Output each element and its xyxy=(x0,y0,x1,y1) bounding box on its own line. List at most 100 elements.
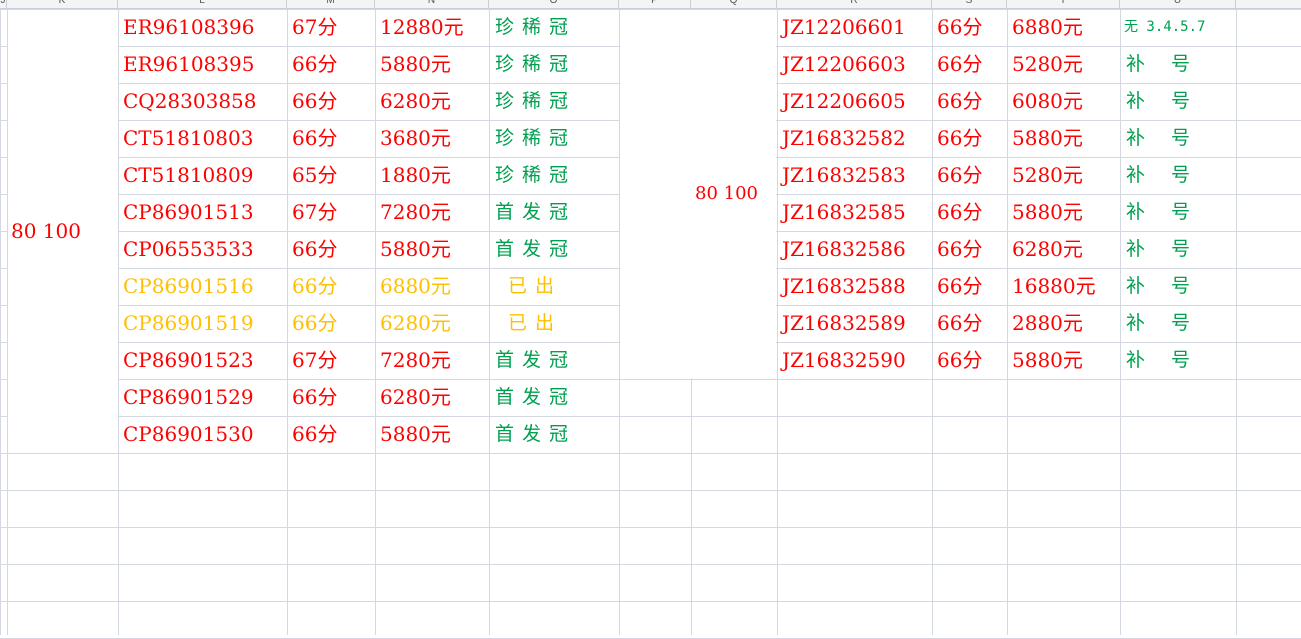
right-code-cell[interactable]: JZ12206605 xyxy=(778,83,932,119)
column-header-j[interactable]: J xyxy=(0,0,7,8)
right-price-cell[interactable]: 5880元 xyxy=(1008,194,1120,230)
right-status-cell[interactable]: 补号 xyxy=(1121,305,1236,341)
left-price-cell[interactable]: 6880元 xyxy=(376,268,489,304)
left-code-cell[interactable]: CP86901513 xyxy=(119,194,287,230)
right-status-cell[interactable]: 补号 xyxy=(1121,268,1236,304)
left-score-cell[interactable]: 65分 xyxy=(288,157,375,193)
left-status-cell[interactable]: 珍稀冠 xyxy=(490,83,619,119)
right-code-cell[interactable]: JZ16832586 xyxy=(778,231,932,267)
left-status-cell[interactable]: 已出 xyxy=(490,305,619,341)
left-status-cell[interactable]: 首发冠 xyxy=(490,416,619,452)
column-header-n[interactable]: N xyxy=(375,0,489,8)
left-code-cell[interactable]: ER96108395 xyxy=(119,46,287,82)
right-code-cell[interactable]: JZ16832583 xyxy=(778,157,932,193)
right-score-cell[interactable]: 66分 xyxy=(933,268,1007,304)
left-price-cell[interactable]: 3680元 xyxy=(376,120,489,156)
left-status-cell[interactable]: 首发冠 xyxy=(490,342,619,378)
column-header-r[interactable]: R xyxy=(777,0,932,8)
right-status-cell[interactable]: 补号 xyxy=(1121,194,1236,230)
left-code-cell[interactable]: CP06553533 xyxy=(119,231,287,267)
right-status-cell[interactable]: 补号 xyxy=(1121,231,1236,267)
right-merged-label[interactable]: 80 100 xyxy=(695,183,758,204)
left-code-cell[interactable]: ER96108396 xyxy=(119,9,287,45)
right-code-cell[interactable]: JZ16832589 xyxy=(778,305,932,341)
right-score-cell[interactable]: 66分 xyxy=(933,342,1007,378)
right-price-cell[interactable]: 5280元 xyxy=(1008,157,1120,193)
right-status-cell[interactable]: 补号 xyxy=(1121,157,1236,193)
left-price-cell[interactable]: 5880元 xyxy=(376,231,489,267)
right-score-cell[interactable]: 66分 xyxy=(933,305,1007,341)
left-status-cell[interactable]: 首发冠 xyxy=(490,379,619,415)
spreadsheet-grid[interactable]: ER96108396 67分 12880元 珍稀冠 ER96108395 66分 5880元… xyxy=(0,9,1301,639)
left-score-cell[interactable]: 66分 xyxy=(288,120,375,156)
column-header-k[interactable]: K xyxy=(7,0,118,8)
right-code-cell[interactable]: JZ16832582 xyxy=(778,120,932,156)
right-code-cell[interactable]: JZ16832585 xyxy=(778,194,932,230)
right-status-cell[interactable]: 无 3.4.5.7 xyxy=(1121,9,1236,45)
left-score-cell[interactable]: 66分 xyxy=(288,305,375,341)
left-merged-label[interactable]: 80 100 xyxy=(11,219,81,243)
right-price-cell[interactable]: 5280元 xyxy=(1008,46,1120,82)
left-price-cell[interactable]: 7280元 xyxy=(376,342,489,378)
column-header-s[interactable]: S xyxy=(932,0,1007,8)
left-code-cell[interactable]: CQ28303858 xyxy=(119,83,287,119)
left-code-cell[interactable]: CT51810803 xyxy=(119,120,287,156)
left-score-cell[interactable]: 66分 xyxy=(288,416,375,452)
left-status-cell[interactable]: 珍稀冠 xyxy=(490,157,619,193)
left-price-cell[interactable]: 5880元 xyxy=(376,416,489,452)
right-score-cell[interactable]: 66分 xyxy=(933,157,1007,193)
left-score-cell[interactable]: 66分 xyxy=(288,83,375,119)
left-code-cell[interactable]: CT51810809 xyxy=(119,157,287,193)
left-price-cell[interactable]: 1880元 xyxy=(376,157,489,193)
left-status-cell[interactable]: 珍稀冠 xyxy=(490,120,619,156)
column-header-t[interactable]: T xyxy=(1007,0,1120,8)
right-price-cell[interactable]: 5880元 xyxy=(1008,120,1120,156)
right-score-cell[interactable]: 66分 xyxy=(933,120,1007,156)
left-score-cell[interactable]: 67分 xyxy=(288,194,375,230)
right-price-cell[interactable]: 5880元 xyxy=(1008,342,1120,378)
left-code-cell[interactable]: CP86901529 xyxy=(119,379,287,415)
right-code-cell[interactable]: JZ16832590 xyxy=(778,342,932,378)
left-score-cell[interactable]: 67分 xyxy=(288,9,375,45)
column-header-u[interactable]: U xyxy=(1120,0,1236,8)
left-score-cell[interactable]: 67分 xyxy=(288,342,375,378)
left-status-cell[interactable]: 首发冠 xyxy=(490,231,619,267)
right-score-cell[interactable]: 66分 xyxy=(933,231,1007,267)
right-price-cell[interactable]: 6080元 xyxy=(1008,83,1120,119)
left-code-cell[interactable]: CP86901523 xyxy=(119,342,287,378)
left-code-cell[interactable]: CP86901516 xyxy=(119,268,287,304)
left-score-cell[interactable]: 66分 xyxy=(288,231,375,267)
right-code-cell[interactable]: JZ12206601 xyxy=(778,9,932,45)
right-status-cell[interactable]: 补号 xyxy=(1121,46,1236,82)
right-price-cell[interactable]: 6280元 xyxy=(1008,231,1120,267)
left-score-cell[interactable]: 66分 xyxy=(288,268,375,304)
left-code-cell[interactable]: CP86901530 xyxy=(119,416,287,452)
right-price-cell[interactable]: 16880元 xyxy=(1008,268,1120,304)
right-price-cell[interactable]: 6880元 xyxy=(1008,9,1120,45)
left-score-cell[interactable]: 66分 xyxy=(288,46,375,82)
left-price-cell[interactable]: 6280元 xyxy=(376,305,489,341)
right-price-cell[interactable]: 2880元 xyxy=(1008,305,1120,341)
right-code-cell[interactable]: JZ12206603 xyxy=(778,46,932,82)
right-status-cell[interactable]: 补号 xyxy=(1121,83,1236,119)
right-score-cell[interactable]: 66分 xyxy=(933,83,1007,119)
right-status-cell[interactable]: 补号 xyxy=(1121,120,1236,156)
left-price-cell[interactable]: 5880元 xyxy=(376,46,489,82)
column-header-m[interactable]: M xyxy=(287,0,375,8)
left-status-cell[interactable]: 珍稀冠 xyxy=(490,46,619,82)
right-status-cell[interactable]: 补号 xyxy=(1121,342,1236,378)
left-price-cell[interactable]: 12880元 xyxy=(376,9,489,45)
column-header-q[interactable]: Q xyxy=(691,0,777,8)
left-status-cell[interactable]: 珍稀冠 xyxy=(490,9,619,45)
left-code-cell[interactable]: CP86901519 xyxy=(119,305,287,341)
left-price-cell[interactable]: 6280元 xyxy=(376,83,489,119)
column-header-l[interactable]: L xyxy=(118,0,287,8)
left-price-cell[interactable]: 7280元 xyxy=(376,194,489,230)
column-header-o[interactable]: O xyxy=(489,0,619,8)
right-score-cell[interactable]: 66分 xyxy=(933,194,1007,230)
left-price-cell[interactable]: 6280元 xyxy=(376,379,489,415)
right-score-cell[interactable]: 66分 xyxy=(933,9,1007,45)
right-score-cell[interactable]: 66分 xyxy=(933,46,1007,82)
left-score-cell[interactable]: 66分 xyxy=(288,379,375,415)
left-status-cell[interactable]: 已出 xyxy=(490,268,619,304)
